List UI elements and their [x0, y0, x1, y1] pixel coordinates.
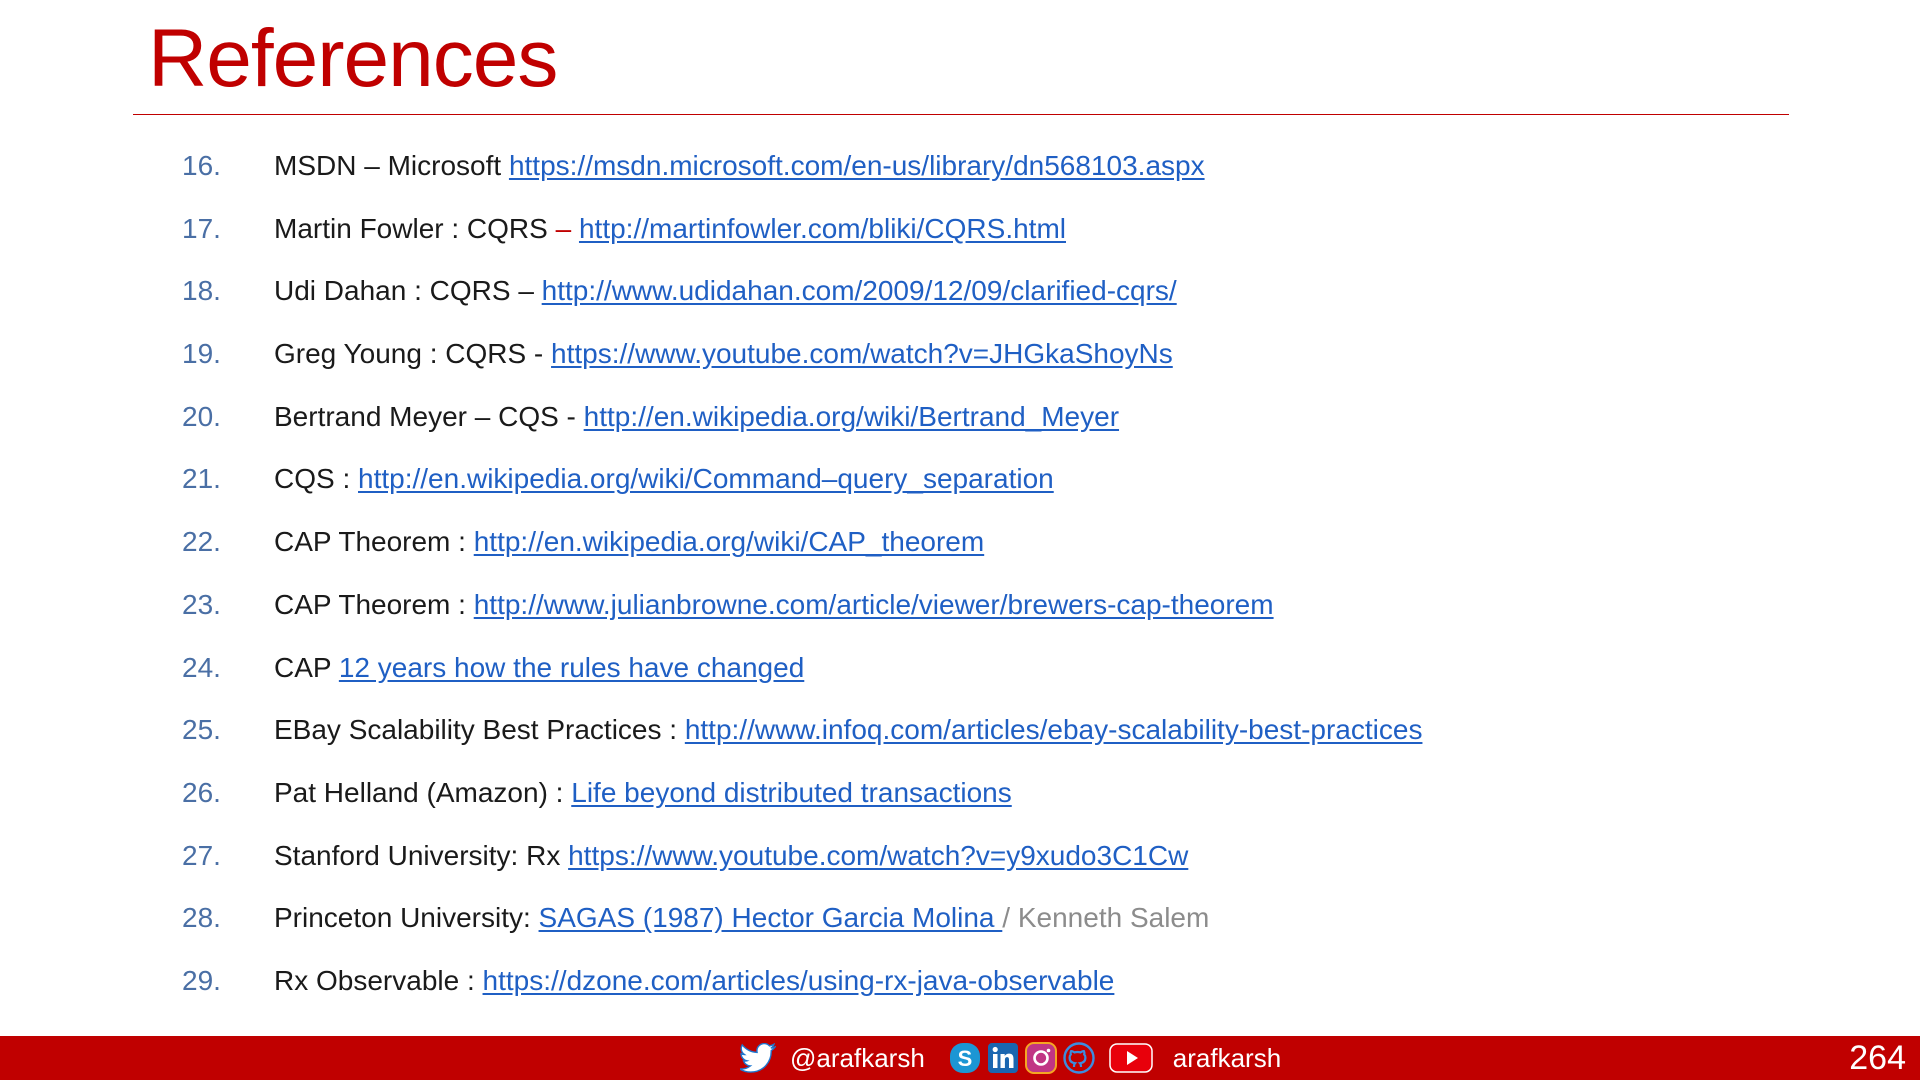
page-number: 264 — [1849, 1039, 1906, 1077]
reference-text: Udi Dahan : CQRS – — [274, 275, 542, 307]
reference-body: Pat Helland (Amazon) : Life beyond distr… — [274, 767, 1012, 819]
reference-text: CAP Theorem : — [274, 526, 474, 558]
github-icon[interactable] — [1063, 1042, 1095, 1074]
reference-number: 25. — [182, 714, 221, 746]
title-divider — [133, 114, 1789, 115]
reference-body: EBay Scalability Best Practices : http:/… — [274, 704, 1422, 756]
social-links: @arafkarsh S arafkarsh — [740, 1036, 1305, 1080]
reference-item: 25. EBay Scalability Best Practices : ht… — [0, 704, 1920, 767]
reference-body: MSDN – Microsoft https://msdn.microsoft.… — [274, 140, 1205, 192]
reference-link[interactable]: http://www.julianbrowne.com/article/view… — [474, 589, 1274, 620]
reference-link[interactable]: http://en.wikipedia.org/wiki/CAP_theorem — [474, 526, 984, 557]
reference-link[interactable]: http://en.wikipedia.org/wiki/Command–que… — [358, 463, 1054, 494]
reference-item: 28. Princeton University: SAGAS (1987) H… — [0, 892, 1920, 955]
reference-link[interactable]: http://www.udidahan.com/2009/12/09/clari… — [542, 275, 1177, 306]
reference-link[interactable]: http://www.infoq.com/articles/ebay-scala… — [685, 714, 1423, 745]
reference-body: Stanford University: Rx https://www.yout… — [274, 830, 1188, 882]
reference-number: 22. — [182, 526, 221, 558]
skype-icon[interactable]: S — [949, 1042, 981, 1074]
reference-link[interactable]: https://www.youtube.com/watch?v=JHGkaSho… — [551, 338, 1173, 369]
reference-number: 21. — [182, 463, 221, 495]
reference-link[interactable]: http://en.wikipedia.org/wiki/Bertrand_Me… — [584, 401, 1119, 432]
references-list: 16. MSDN – Microsoft https://msdn.micros… — [0, 140, 1920, 1018]
reference-number: 24. — [182, 651, 221, 683]
reference-separator: – — [555, 212, 579, 244]
reference-text: Rx Observable : — [274, 964, 483, 996]
reference-body: CAP Theorem : http://www.julianbrowne.co… — [274, 579, 1274, 631]
reference-item: 21. CQS : http://en.wikipedia.org/wiki/C… — [0, 453, 1920, 516]
reference-number: 16. — [182, 150, 221, 181]
reference-number: 29. — [182, 964, 221, 996]
reference-number: 20. — [182, 400, 221, 432]
reference-text: MSDN – Microsoft — [274, 150, 509, 181]
svg-text:S: S — [957, 1046, 972, 1071]
reference-text: EBay Scalability Best Practices : — [274, 714, 685, 746]
reference-number: 17. — [182, 212, 221, 244]
instagram-icon[interactable] — [1024, 1042, 1057, 1074]
reference-item: 17. Martin Fowler : CQRS – http://martin… — [0, 203, 1920, 266]
reference-text: Martin Fowler : CQRS — [274, 212, 556, 244]
reference-body: CAP Theorem : http://en.wikipedia.org/wi… — [274, 516, 984, 568]
social-handle[interactable]: arafkarsh — [1173, 1043, 1281, 1074]
reference-item: 27. Stanford University: Rx https://www.… — [0, 830, 1920, 893]
reference-link[interactable]: Life beyond distributed transactions — [571, 777, 1012, 808]
reference-link[interactable]: https://dzone.com/articles/using-rx-java… — [483, 965, 1115, 996]
reference-item: 20. Bertrand Meyer – CQS - http://en.wik… — [0, 391, 1920, 454]
reference-number: 27. — [182, 839, 221, 871]
reference-text: Stanford University: Rx — [274, 839, 569, 871]
slide: References 16. MSDN – Microsoft https://… — [0, 0, 1920, 1080]
reference-body: Udi Dahan : CQRS – http://www.udidahan.c… — [274, 265, 1177, 317]
reference-body: Bertrand Meyer – CQS - http://en.wikiped… — [274, 391, 1119, 443]
footer-bar: @arafkarsh S arafkarsh 264 — [0, 1036, 1920, 1080]
reference-body: Rx Observable : https://dzone.com/articl… — [274, 955, 1114, 1007]
reference-link[interactable]: http://martinfowler.com/bliki/CQRS.html — [579, 213, 1066, 244]
reference-text: Greg Young : CQRS - — [274, 338, 552, 370]
reference-link[interactable]: https://msdn.microsoft.com/en-us/library… — [509, 150, 1205, 181]
reference-body: Princeton University: SAGAS (1987) Hecto… — [274, 892, 1209, 944]
reference-item: 19. Greg Young : CQRS - https://www.yout… — [0, 328, 1920, 391]
reference-item: 23. CAP Theorem : http://www.julianbrown… — [0, 579, 1920, 642]
reference-link[interactable]: 12 years how the rules have changed — [339, 652, 804, 683]
reference-text: Bertrand Meyer – CQS - — [274, 400, 584, 432]
reference-number: 18. — [182, 275, 221, 307]
reference-number: 26. — [182, 776, 221, 808]
reference-item: 29. Rx Observable : https://dzone.com/ar… — [0, 955, 1920, 1018]
reference-link[interactable]: https://www.youtube.com/watch?v=y9xudo3C… — [568, 840, 1188, 871]
reference-body: Martin Fowler : CQRS – http://martinfowl… — [274, 203, 1066, 255]
reference-item: 22. CAP Theorem : http://en.wikipedia.or… — [0, 516, 1920, 579]
reference-item: 26. Pat Helland (Amazon) : Life beyond d… — [0, 767, 1920, 830]
twitter-handle[interactable]: @arafkarsh — [790, 1043, 925, 1074]
reference-item: 24. CAP 12 years how the rules have chan… — [0, 642, 1920, 705]
reference-trail: / Kenneth Salem — [1002, 902, 1210, 934]
reference-number: 23. — [182, 588, 221, 620]
reference-body: CAP 12 years how the rules have changed — [274, 642, 804, 694]
reference-text: CAP — [274, 651, 339, 683]
reference-number: 19. — [182, 338, 221, 370]
reference-item: 16. MSDN – Microsoft https://msdn.micros… — [0, 140, 1920, 203]
reference-text: CQS : — [274, 463, 359, 495]
twitter-icon[interactable] — [740, 1042, 776, 1074]
reference-link[interactable]: SAGAS (1987) Hector Garcia Molina — [539, 902, 1003, 933]
reference-text: Princeton University: — [274, 902, 539, 934]
reference-item: 18. Udi Dahan : CQRS – http://www.udidah… — [0, 265, 1920, 328]
reference-body: CQS : http://en.wikipedia.org/wiki/Comma… — [274, 453, 1054, 505]
youtube-icon[interactable] — [1109, 1042, 1153, 1074]
reference-number: 28. — [182, 902, 221, 934]
linkedin-icon[interactable] — [987, 1042, 1019, 1074]
slide-title: References — [148, 13, 558, 104]
reference-body: Greg Young : CQRS - https://www.youtube.… — [274, 328, 1173, 380]
reference-text: CAP Theorem : — [274, 588, 474, 620]
reference-text: Pat Helland (Amazon) : — [274, 776, 572, 808]
